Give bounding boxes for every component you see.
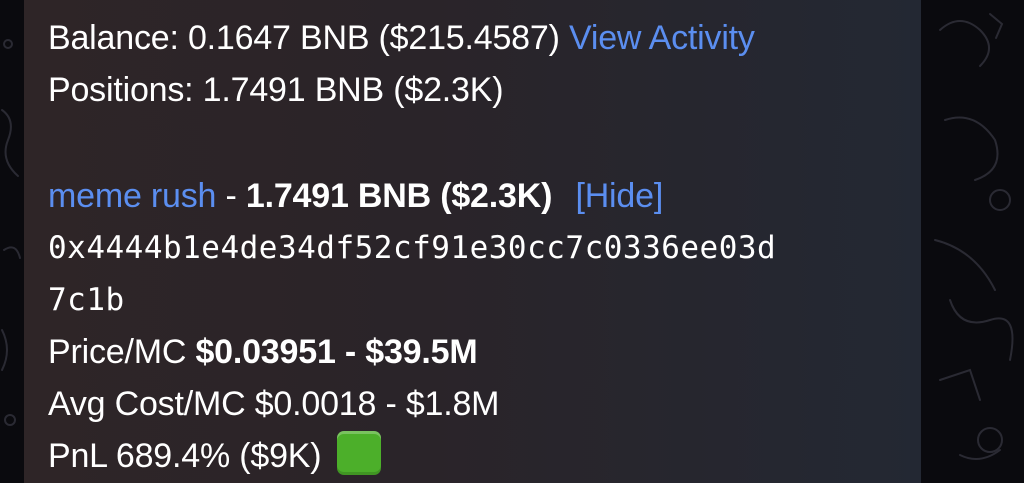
token-name-link[interactable]: meme rush (48, 177, 216, 215)
price-label: Price/MC (48, 333, 196, 371)
token-value: 1.7491 BNB ($2.3K) (245, 177, 553, 215)
view-activity-link[interactable]: View Activity (569, 19, 755, 57)
contract-address-line-1[interactable]: 0x4444b1e4de34df52cf91e30cc7c0336ee03d (48, 222, 921, 274)
token-header-line: meme rush - 1.7491 BNB ($2.3K) [Hide] (48, 170, 921, 222)
price-value: $0.03951 - $39.5M (195, 333, 478, 371)
contract-address-line-2[interactable]: 7c1b (48, 274, 921, 326)
avg-cost-line: Avg Cost/MC $0.0018 - $1.8M (48, 385, 500, 423)
green-square-icon (336, 431, 381, 475)
pnl-label: PnL (48, 437, 116, 475)
token-dash: - (216, 177, 246, 215)
balance-line: Balance: 0.1647 BNB ($215.4587) View Act… (48, 12, 921, 64)
price-mc-line: Price/MC $0.03951 - $39.5M (48, 326, 921, 378)
pnl-amount: ($9K) (230, 437, 331, 475)
pnl-line: PnL 689.4% ($9K) (48, 430, 921, 482)
pnl-percent: 689.4% (115, 437, 231, 475)
hide-link[interactable]: [Hide] (575, 177, 663, 215)
message-bubble: Balance: 0.1647 BNB ($215.4587) View Act… (24, 0, 921, 483)
positions-line: Positions: 1.7491 BNB ($2.3K) (48, 71, 504, 109)
balance-text: Balance: 0.1647 BNB ($215.4587) (48, 19, 560, 57)
